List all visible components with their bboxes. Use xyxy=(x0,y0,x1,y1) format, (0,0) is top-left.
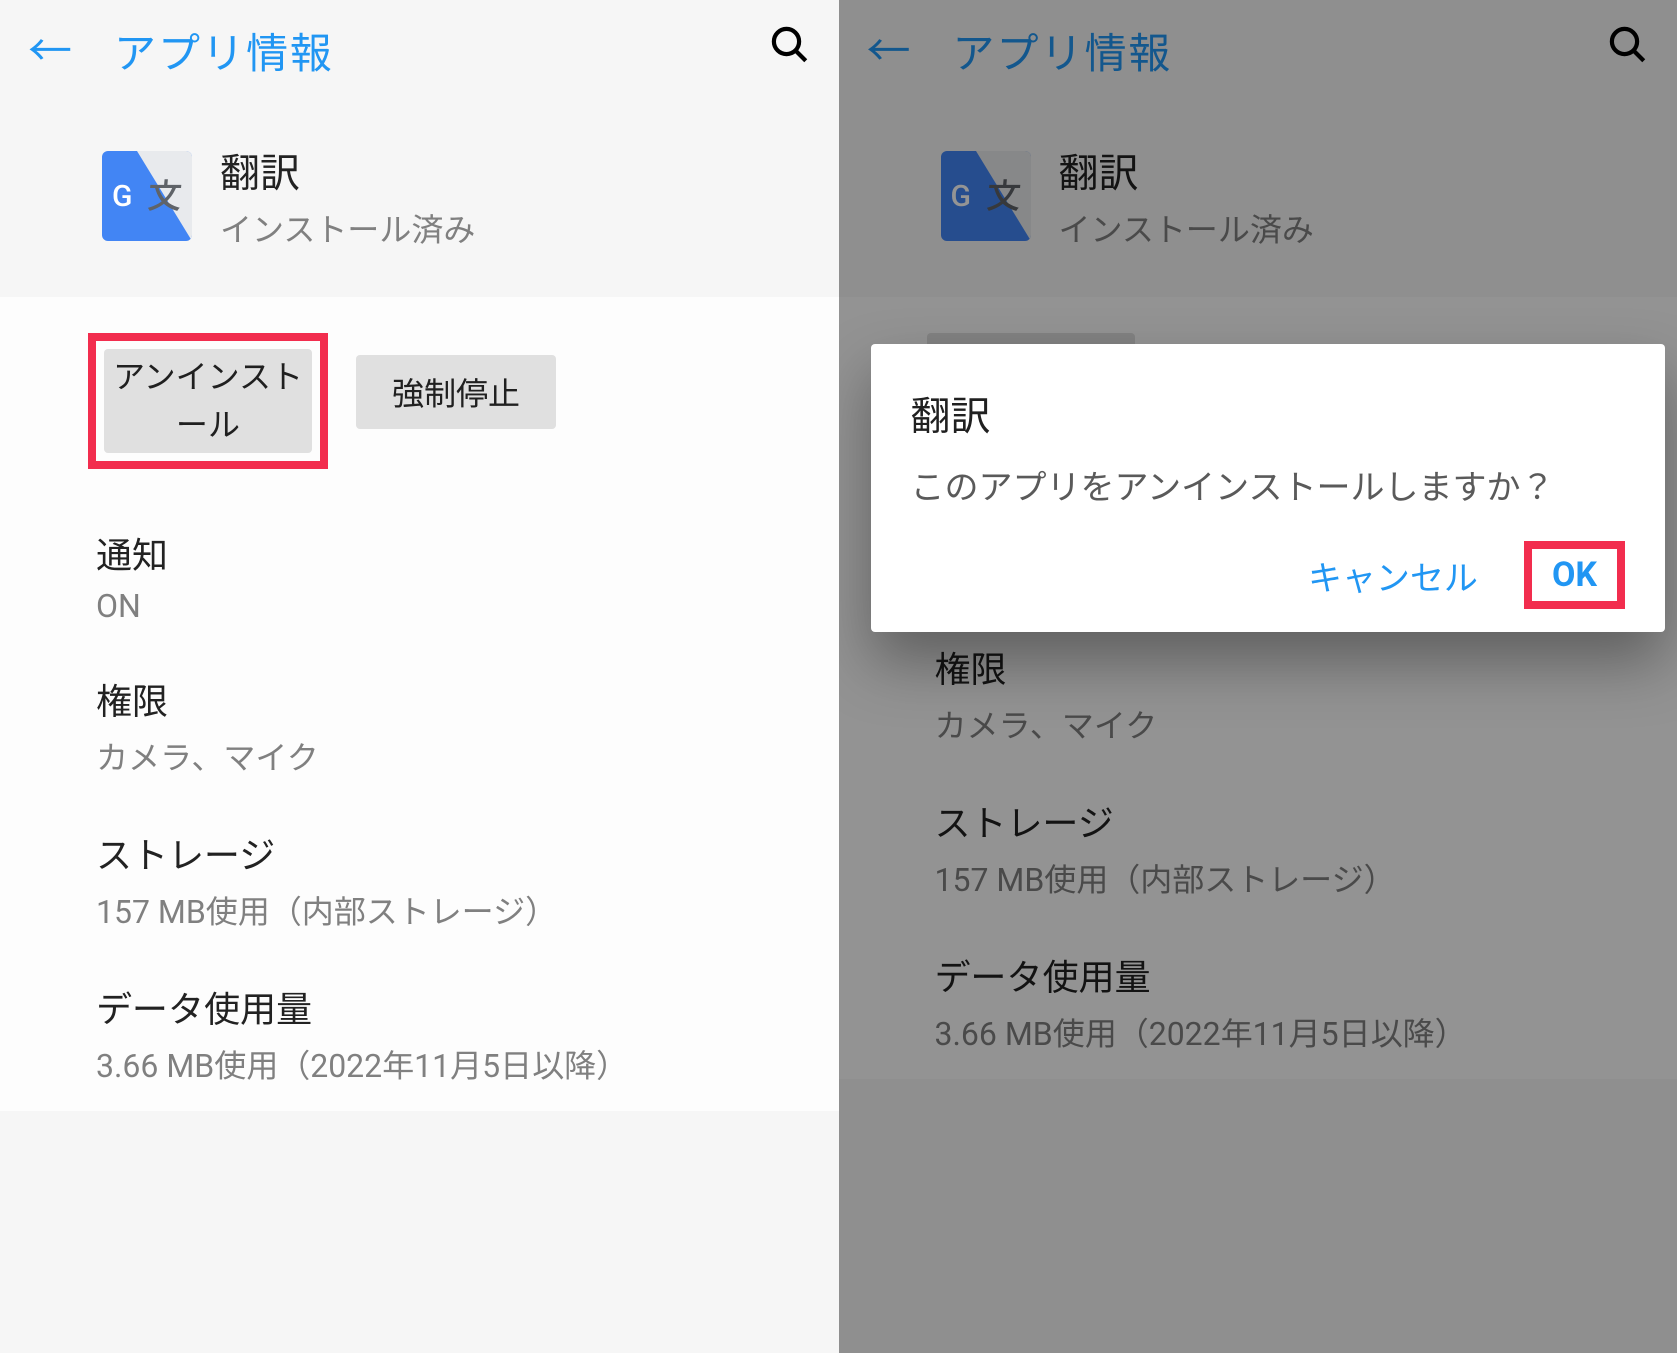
translate-app-icon: G 文 xyxy=(102,151,192,241)
permissions-row[interactable]: 権限 カメラ、マイク xyxy=(32,649,807,803)
storage-row[interactable]: ストレージ 157 MB使用（内部ストレージ） xyxy=(32,803,807,957)
page-title: アプリ情報 xyxy=(114,20,727,81)
app-summary: G 文 翻訳 インストール済み xyxy=(0,101,839,297)
notifications-row[interactable]: 通知 ON xyxy=(32,503,807,649)
uninstall-button[interactable]: アンインストール xyxy=(104,349,312,453)
permissions-label: 権限 xyxy=(96,673,807,725)
permissions-value: カメラ、マイク xyxy=(96,733,807,779)
force-stop-button[interactable]: 強制停止 xyxy=(356,355,556,429)
storage-label: ストレージ xyxy=(96,827,807,879)
data-usage-value: 3.66 MB使用（2022年11月5日以降） xyxy=(96,1041,807,1087)
cancel-button[interactable]: キャンセル xyxy=(1302,541,1484,610)
search-icon[interactable] xyxy=(769,24,811,77)
ok-highlight: OK xyxy=(1524,541,1625,609)
data-usage-row[interactable]: データ使用量 3.66 MB使用（2022年11月5日以降） xyxy=(32,957,807,1111)
app-install-status: インストール済み xyxy=(220,205,475,251)
app-name: 翻訳 xyxy=(220,141,475,199)
right-screenshot: ← アプリ情報 G 文 翻訳 インストール済み アンインストール 強制停止 通知… xyxy=(839,0,1677,1353)
left-screenshot: ← アプリ情報 G 文 翻訳 インストール済み アンインストール 強制停止 通知… xyxy=(0,0,839,1353)
notifications-value: ON xyxy=(96,587,807,625)
data-usage-label: データ使用量 xyxy=(96,981,807,1033)
ok-button[interactable]: OK xyxy=(1536,549,1613,601)
modal-scrim[interactable] xyxy=(839,0,1677,1353)
storage-value: 157 MB使用（内部ストレージ） xyxy=(96,887,807,933)
uninstall-highlight: アンインストール xyxy=(88,333,328,469)
notifications-label: 通知 xyxy=(96,527,807,579)
dialog-message: このアプリをアンインストールしますか？ xyxy=(911,462,1626,515)
uninstall-dialog: 翻訳 このアプリをアンインストールしますか？ キャンセル OK xyxy=(871,344,1666,632)
app-info-header: ← アプリ情報 xyxy=(0,0,839,101)
back-arrow-icon[interactable]: ← xyxy=(28,29,72,73)
dialog-title: 翻訳 xyxy=(911,384,1626,442)
